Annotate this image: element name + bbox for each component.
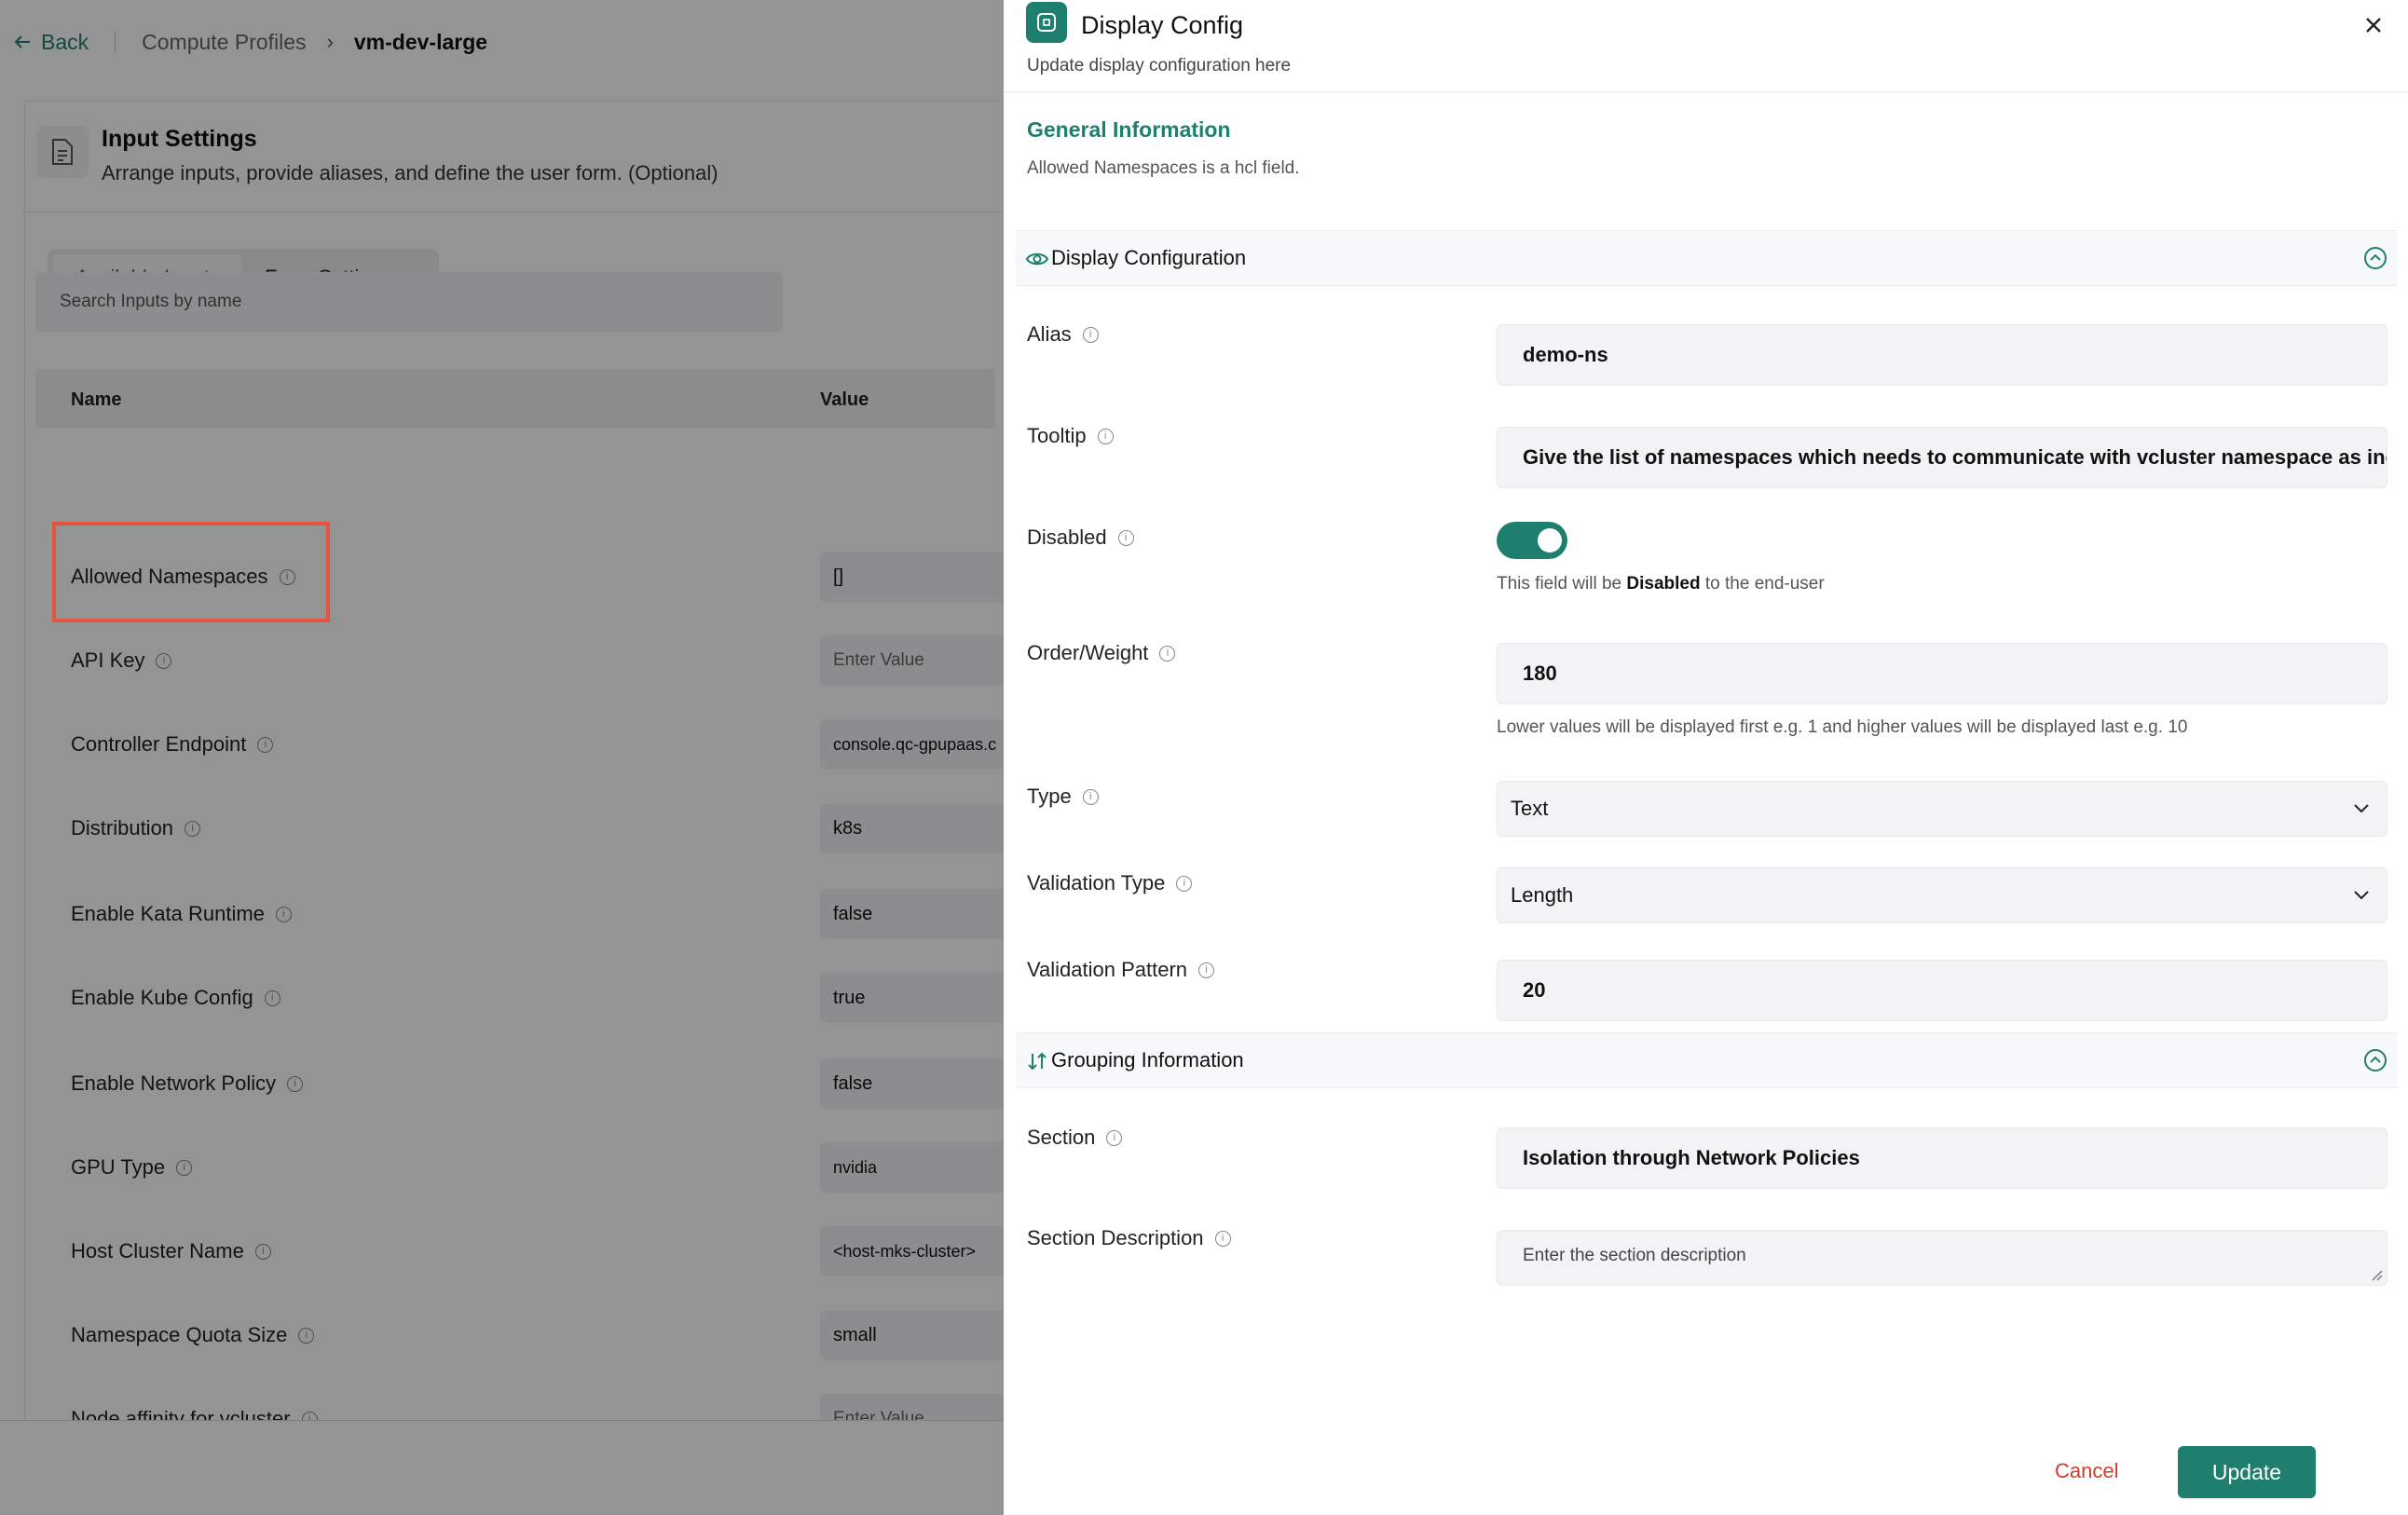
type-select[interactable]: Text (1497, 781, 2387, 837)
order-help: Lower values will be displayed first e.g… (1497, 717, 2188, 737)
tooltip-label: Tooltip (1027, 424, 1114, 448)
grouping-information-title: Grouping Information (1051, 1048, 1244, 1071)
close-icon[interactable] (2360, 11, 2387, 39)
chevron-down-icon (2354, 804, 2369, 813)
grouping-information-header[interactable]: Grouping Information (1016, 1032, 2397, 1088)
disabled-toggle[interactable] (1497, 522, 1567, 559)
disabled-label: Disabled (1027, 525, 1134, 550)
config-icon (1026, 2, 1067, 43)
order-input[interactable]: 180 (1497, 643, 2387, 704)
validation-type-select[interactable]: Length (1497, 867, 2387, 923)
disabled-label-text: Disabled (1027, 525, 1107, 549)
chevron-down-icon (2354, 891, 2369, 900)
validation-type-label-text: Validation Type (1027, 871, 1166, 894)
order-label: Order/Weight (1027, 641, 1176, 665)
info-icon[interactable] (1097, 428, 1114, 444)
alias-input[interactable]: demo-ns (1497, 324, 2387, 386)
section-description-label-text: Section Description (1027, 1226, 1204, 1249)
info-icon[interactable] (1117, 529, 1134, 546)
section-input[interactable]: Isolation through Network Policies (1497, 1127, 2387, 1189)
field-note: is a hcl field. (1197, 158, 1300, 178)
drawer-subtitle: Update display configuration here (1027, 56, 1292, 75)
modal-overlay[interactable] (0, 0, 1004, 1515)
validation-pattern-input[interactable]: 20 (1497, 960, 2387, 1021)
resize-handle-icon[interactable] (2370, 1268, 2383, 1281)
tooltip-input[interactable]: Give the list of namespaces which needs … (1497, 427, 2387, 488)
info-icon[interactable] (1214, 1230, 1231, 1247)
field-name: Allowed Namespaces (1027, 158, 1197, 178)
chevron-up-circle-icon[interactable] (2363, 246, 2387, 270)
tooltip-label-text: Tooltip (1027, 424, 1087, 447)
drawer-title: Display Config (1081, 11, 1244, 39)
section-label: Section (1027, 1126, 1123, 1150)
sort-arrows-icon (1028, 1052, 1047, 1071)
info-icon[interactable] (1159, 645, 1176, 662)
alias-label: Alias (1027, 322, 1099, 347)
info-icon[interactable] (1082, 326, 1099, 343)
display-configuration-header[interactable]: Display Configuration (1016, 230, 2397, 286)
type-label-text: Type (1027, 785, 1072, 808)
eye-icon (1025, 252, 1049, 266)
display-configuration-title: Display Configuration (1051, 246, 1247, 269)
info-icon[interactable] (1176, 875, 1193, 892)
section-label-text: Section (1027, 1126, 1096, 1149)
type-label: Type (1027, 785, 1099, 809)
validation-pattern-label-text: Validation Pattern (1027, 958, 1188, 981)
info-icon[interactable] (1082, 788, 1099, 805)
section-description-placeholder: Enter the section description (1523, 1246, 1746, 1265)
info-icon[interactable] (1106, 1129, 1123, 1146)
info-icon[interactable] (1198, 962, 1215, 978)
cancel-button[interactable]: Cancel (2055, 1459, 2118, 1483)
help-text: to the end-user (1700, 574, 1825, 594)
help-bold: Disabled (1626, 574, 1701, 594)
general-information-title: General Information (1027, 117, 1231, 142)
alias-label-text: Alias (1027, 322, 1072, 346)
chevron-up-circle-icon[interactable] (2363, 1048, 2387, 1072)
background-page: Back Compute Profiles › vm-dev-large Inp… (0, 0, 1004, 1515)
disabled-help: This field will be Disabled to the end-u… (1497, 574, 1825, 594)
order-label-text: Order/Weight (1027, 641, 1149, 664)
section-description-label: Section Description (1027, 1226, 1231, 1250)
general-information-note: Allowed Namespaces is a hcl field. (1027, 158, 1300, 179)
type-value: Text (1511, 797, 1549, 820)
divider (1004, 91, 2408, 92)
highlight-box (52, 522, 330, 622)
section-description-textarea[interactable]: Enter the section description (1497, 1230, 2387, 1286)
validation-pattern-label: Validation Pattern (1027, 958, 1215, 982)
validation-type-label: Validation Type (1027, 871, 1193, 895)
update-button[interactable]: Update (2178, 1446, 2316, 1498)
help-text: This field will be (1497, 574, 1627, 594)
display-config-drawer: Display Config Update display configurat… (1004, 0, 2408, 1515)
validation-type-value: Length (1511, 883, 1574, 907)
